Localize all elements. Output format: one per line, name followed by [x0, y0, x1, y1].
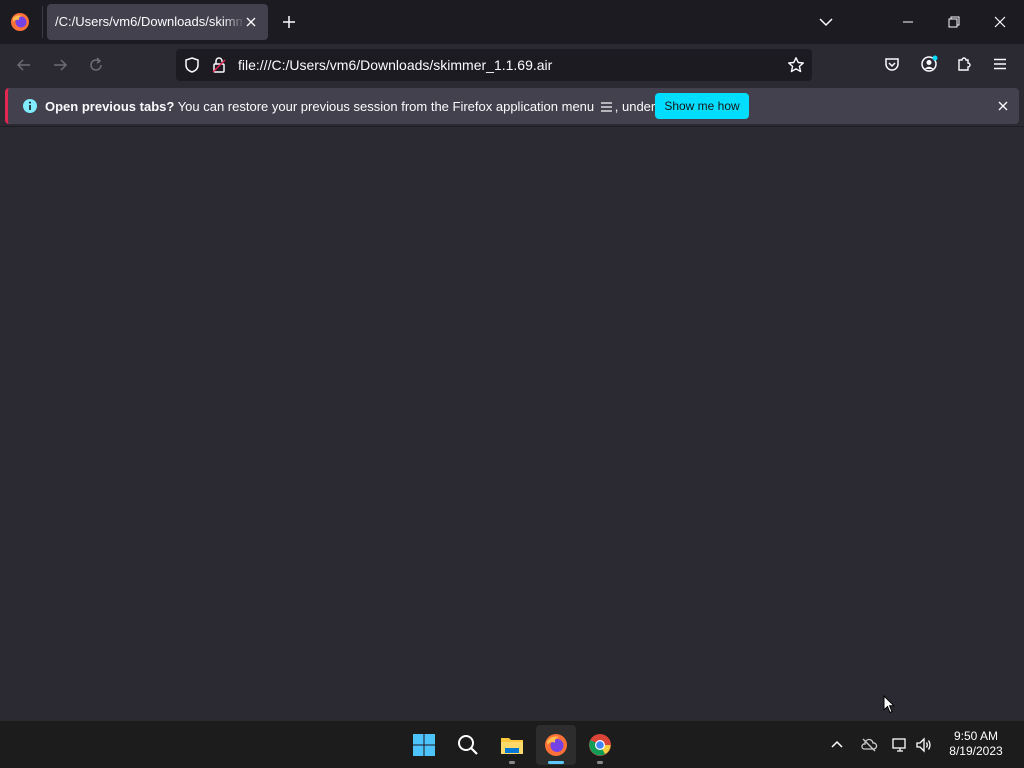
search-icon: [458, 735, 478, 755]
chrome-taskbar-button[interactable]: [580, 725, 620, 765]
forward-arrow-icon[interactable]: [51, 56, 69, 74]
running-indicator: [509, 761, 515, 764]
mouse-cursor-icon: [883, 695, 895, 714]
extensions-puzzle-icon[interactable]: [955, 55, 973, 73]
new-tab-plus-icon[interactable]: [281, 14, 297, 30]
back-arrow-icon[interactable]: [15, 56, 33, 74]
tab-strip: /C:/Users/vm6/Downloads/skimmer_1.1.69.a…: [0, 0, 1024, 44]
account-icon[interactable]: [920, 55, 938, 73]
url-text[interactable]: file:///C:/Users/vm6/Downloads/skimmer_1…: [238, 57, 552, 73]
restore-icon[interactable]: [946, 14, 962, 30]
firefox-icon: [545, 734, 567, 756]
minimize-icon[interactable]: [900, 14, 916, 30]
url-bar[interactable]: file:///C:/Users/vm6/Downloads/skimmer_1…: [176, 49, 812, 81]
start-button[interactable]: [404, 725, 444, 765]
firefox-taskbar-button[interactable]: [536, 725, 576, 765]
list-all-tabs-chevron-icon[interactable]: [818, 15, 834, 29]
network-icon[interactable]: [891, 736, 909, 754]
clock-date: 8/19/2023: [949, 744, 1003, 758]
show-hidden-icons-chevron-icon[interactable]: [828, 736, 846, 754]
windows-taskbar: 9:50 AM 8/19/2023: [0, 720, 1024, 768]
onedrive-offline-icon[interactable]: [860, 736, 878, 754]
firefox-icon[interactable]: [10, 12, 30, 32]
insecure-lock-icon[interactable]: [210, 56, 228, 74]
tracking-protection-shield-icon[interactable]: [183, 56, 201, 74]
pocket-icon[interactable]: [883, 55, 901, 73]
running-indicator: [597, 761, 603, 764]
notification-heading: Open previous tabs?: [45, 99, 175, 114]
chrome-icon: [589, 734, 611, 756]
tab-title: /C:/Users/vm6/Downloads/skimmer_1.1.69.a…: [55, 14, 243, 29]
close-notification-icon[interactable]: [996, 99, 1010, 113]
windows-logo-icon: [413, 734, 435, 756]
file-explorer-button[interactable]: [492, 725, 532, 765]
system-clock[interactable]: 9:50 AM 8/19/2023: [940, 729, 1012, 759]
bookmark-star-icon[interactable]: [787, 56, 805, 74]
tab-title-fade: [223, 12, 245, 32]
reload-icon[interactable]: [87, 56, 105, 74]
close-window-icon[interactable]: [992, 14, 1008, 30]
hamburger-menu-icon: [600, 102, 612, 112]
clock-time: 9:50 AM: [953, 729, 999, 743]
show-me-how-button[interactable]: Show me how: [655, 93, 749, 119]
active-indicator: [548, 761, 564, 764]
notification-text-1: You can restore your previous session fr…: [174, 99, 598, 114]
file-explorer-folder-icon: [501, 738, 523, 754]
tab-active[interactable]: /C:/Users/vm6/Downloads/skimmer_1.1.69.a…: [47, 4, 268, 40]
volume-icon[interactable]: [915, 736, 933, 754]
close-tab-icon[interactable]: [244, 15, 258, 29]
tab-separator: [42, 6, 43, 38]
page-content: [0, 126, 1024, 720]
app-menu-hamburger-icon[interactable]: [991, 55, 1009, 73]
notification-message: Open previous tabs? You can restore your…: [45, 99, 702, 114]
navigation-toolbar: file:///C:/Users/vm6/Downloads/skimmer_1…: [0, 44, 1024, 86]
info-icon: [23, 99, 37, 113]
session-restore-notification: Open previous tabs? You can restore your…: [5, 88, 1019, 124]
search-button[interactable]: [448, 725, 488, 765]
